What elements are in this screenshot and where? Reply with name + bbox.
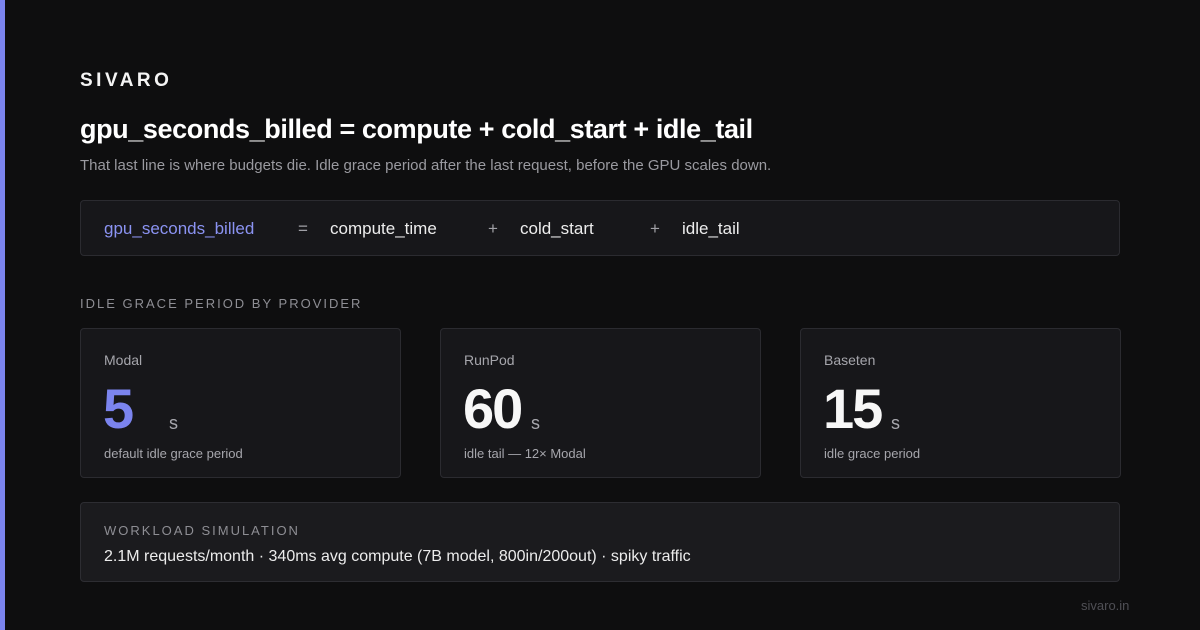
page: SIVARO gpu_seconds_billed = compute + co…	[0, 0, 1200, 630]
workload-text: 2.1M requests/month · 340ms avg compute …	[104, 548, 691, 565]
formula-box: gpu_seconds_billed = compute_time + cold…	[80, 200, 1120, 256]
provider-desc: idle tail — 12× Modal	[464, 446, 586, 461]
formula-term-cold-start: cold_start	[520, 219, 594, 238]
provider-card-baseten: Baseten 15 s idle grace period	[800, 328, 1121, 478]
formula-plus: +	[488, 219, 498, 238]
provider-name: RunPod	[464, 352, 515, 368]
provider-value: 5	[103, 377, 134, 440]
formula-plus: +	[650, 219, 660, 238]
accent-bar	[0, 0, 5, 630]
provider-value: 15	[823, 377, 883, 440]
provider-unit: s	[169, 413, 178, 433]
provider-desc: default idle grace period	[104, 446, 243, 461]
brand-logo: SIVARO	[80, 70, 173, 91]
provider-card-runpod: RunPod 60 s idle tail — 12× Modal	[440, 328, 761, 478]
provider-desc: idle grace period	[824, 446, 921, 461]
provider-name: Modal	[104, 352, 143, 368]
workload-panel: WORKLOAD SIMULATION 2.1M requests/month …	[80, 502, 1120, 582]
section-label: IDLE GRACE PERIOD BY PROVIDER	[80, 296, 363, 311]
provider-unit: s	[891, 413, 900, 433]
provider-name: Baseten	[824, 352, 876, 368]
provider-value: 60	[463, 377, 523, 440]
footer-url: sivaro.in	[1081, 598, 1130, 613]
provider-card-modal: Modal 5 s default idle grace period	[80, 328, 401, 478]
formula-term-compute: compute_time	[330, 219, 437, 238]
headline: gpu_seconds_billed = compute + cold_star…	[80, 114, 753, 144]
formula-equals: =	[298, 219, 308, 238]
formula-term-idle-tail: idle_tail	[682, 219, 740, 238]
formula-lhs: gpu_seconds_billed	[104, 219, 255, 238]
workload-label: WORKLOAD SIMULATION	[104, 523, 300, 538]
provider-unit: s	[531, 413, 540, 433]
subline: That last line is where budgets die. Idl…	[80, 157, 772, 174]
